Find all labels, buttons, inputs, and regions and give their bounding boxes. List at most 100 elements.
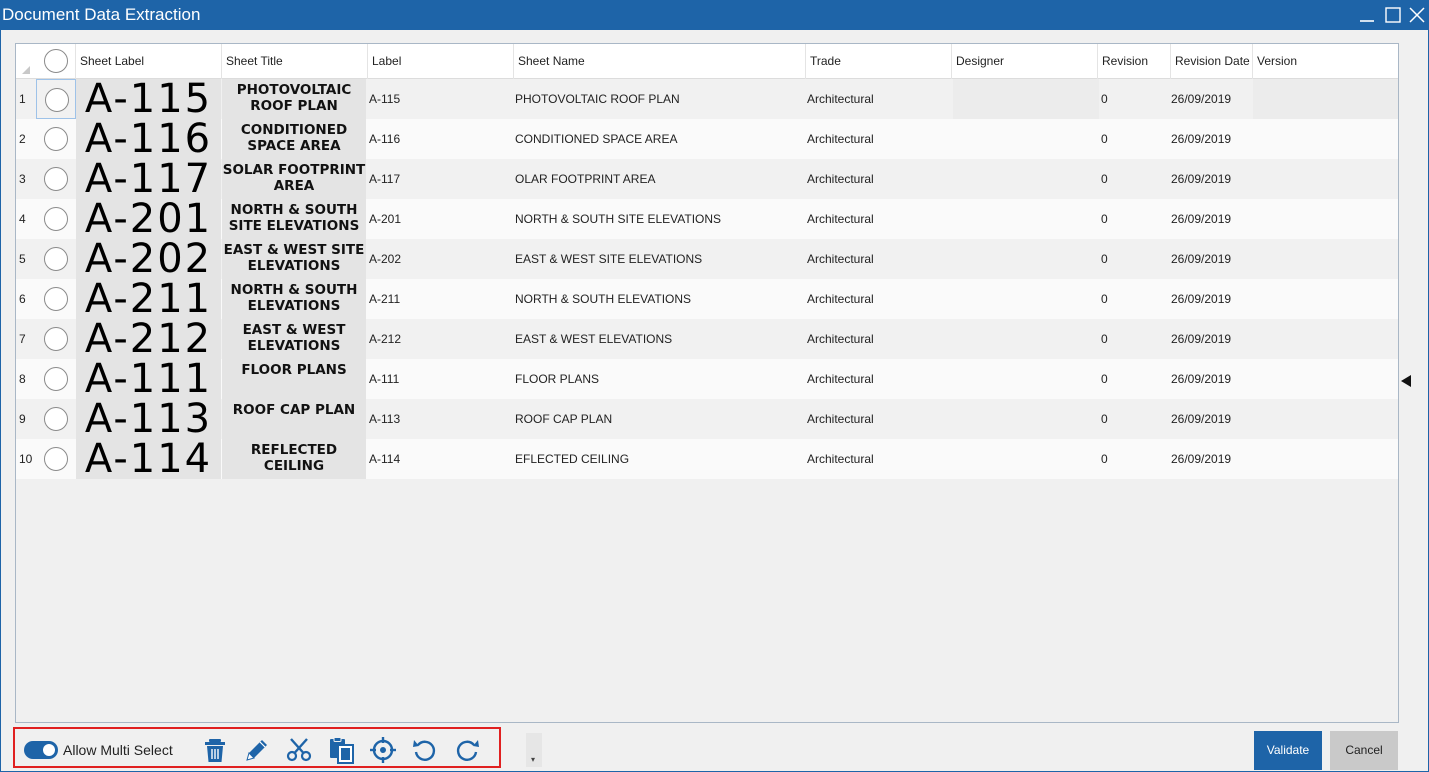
designer-cell[interactable] xyxy=(953,159,1099,199)
trade-cell[interactable]: Architectural xyxy=(807,79,953,119)
label-cell[interactable]: A-111 xyxy=(369,359,515,399)
revision-cell[interactable]: 0 xyxy=(1101,439,1171,479)
version-cell[interactable] xyxy=(1253,399,1398,439)
designer-cell[interactable] xyxy=(953,359,1099,399)
header-designer[interactable]: Designer xyxy=(952,44,1098,79)
trash-icon[interactable] xyxy=(201,736,229,764)
sheet-name-cell[interactable]: EAST & WEST SITE ELEVATIONS xyxy=(515,239,807,279)
validate-button[interactable]: Validate xyxy=(1254,731,1322,770)
sheet-name-cell[interactable]: PHOTOVOLTAIC ROOF PLAN xyxy=(515,79,807,119)
revision-cell[interactable]: 0 xyxy=(1101,359,1171,399)
sheet-name-cell[interactable]: FLOOR PLANS xyxy=(515,359,807,399)
row-select-cell[interactable] xyxy=(36,119,76,159)
table-row[interactable]: 10 A-114 REFLECTED CEILING A-114 EFLECTED CE… xyxy=(16,439,1398,479)
revision-date-cell[interactable]: 26/09/2019 xyxy=(1171,159,1253,199)
row-select-cell[interactable] xyxy=(36,79,76,119)
pencil-icon[interactable] xyxy=(243,736,271,764)
version-cell[interactable] xyxy=(1253,279,1398,319)
row-select-cell[interactable] xyxy=(36,239,76,279)
table-row[interactable]: 5 A-202 EAST & WEST SITE ELEVATIONS A-202 EA… xyxy=(16,239,1398,279)
table-row[interactable]: 1 A-115 PHOTOVOLTAIC ROOF PLAN A-115 PHOTOVO… xyxy=(16,79,1398,119)
label-cell[interactable]: A-202 xyxy=(369,239,515,279)
designer-cell[interactable] xyxy=(953,119,1099,159)
minimize-icon[interactable] xyxy=(1357,5,1377,25)
revision-cell[interactable]: 0 xyxy=(1101,199,1171,239)
select-all-corner[interactable] xyxy=(22,66,30,74)
scissors-icon[interactable] xyxy=(285,736,313,764)
revision-date-cell[interactable]: 26/09/2019 xyxy=(1171,319,1253,359)
version-cell[interactable] xyxy=(1253,319,1398,359)
sheet-name-cell[interactable]: CONDITIONED SPACE AREA xyxy=(515,119,807,159)
multi-select-toggle[interactable] xyxy=(24,741,58,759)
header-trade[interactable]: Trade xyxy=(806,44,952,79)
table-row[interactable]: 7 A-212 EAST & WEST ELEVATIONS A-212 EAST & … xyxy=(16,319,1398,359)
revision-cell[interactable]: 0 xyxy=(1101,319,1171,359)
revision-date-cell[interactable]: 26/09/2019 xyxy=(1171,279,1253,319)
version-cell[interactable] xyxy=(1253,119,1398,159)
trade-cell[interactable]: Architectural xyxy=(807,279,953,319)
revision-cell[interactable]: 0 xyxy=(1101,279,1171,319)
trade-cell[interactable]: Architectural xyxy=(807,239,953,279)
sheet-name-cell[interactable]: ROOF CAP PLAN xyxy=(515,399,807,439)
table-row[interactable]: 2 A-116 CONDITIONED SPACE AREA A-116 CONDITI… xyxy=(16,119,1398,159)
revision-date-cell[interactable]: 26/09/2019 xyxy=(1171,399,1253,439)
version-cell[interactable] xyxy=(1253,359,1398,399)
trade-cell[interactable]: Architectural xyxy=(807,359,953,399)
sheet-name-cell[interactable]: EFLECTED CEILING xyxy=(515,439,807,479)
label-cell[interactable]: A-117 xyxy=(369,159,515,199)
revision-cell[interactable]: 0 xyxy=(1101,79,1171,119)
revision-cell[interactable]: 0 xyxy=(1101,119,1171,159)
label-cell[interactable]: A-116 xyxy=(369,119,515,159)
designer-cell[interactable] xyxy=(953,199,1099,239)
trade-cell[interactable]: Architectural xyxy=(807,159,953,199)
row-select-cell[interactable] xyxy=(36,439,76,479)
revision-date-cell[interactable]: 26/09/2019 xyxy=(1171,119,1253,159)
header-select-all[interactable] xyxy=(36,44,76,79)
designer-cell[interactable] xyxy=(953,439,1099,479)
designer-cell[interactable] xyxy=(953,79,1099,119)
row-select-radio[interactable] xyxy=(44,207,68,231)
row-select-radio[interactable] xyxy=(44,447,68,471)
version-cell[interactable] xyxy=(1253,439,1398,479)
sheet-name-cell[interactable]: NORTH & SOUTH ELEVATIONS xyxy=(515,279,807,319)
revision-date-cell[interactable]: 26/09/2019 xyxy=(1171,79,1253,119)
row-select-cell[interactable] xyxy=(36,359,76,399)
row-select-cell[interactable] xyxy=(36,279,76,319)
table-row[interactable]: 6 A-211 NORTH & SOUTH ELEVATIONS A-211 NORTH… xyxy=(16,279,1398,319)
row-select-radio[interactable] xyxy=(44,407,68,431)
revision-date-cell[interactable]: 26/09/2019 xyxy=(1171,199,1253,239)
label-cell[interactable]: A-114 xyxy=(369,439,515,479)
designer-cell[interactable] xyxy=(953,279,1099,319)
row-select-cell[interactable] xyxy=(36,159,76,199)
label-cell[interactable]: A-211 xyxy=(369,279,515,319)
header-sheet-title[interactable]: Sheet Title xyxy=(222,44,368,79)
table-row[interactable]: 4 A-201 NORTH & SOUTH SITE ELEVATIONS A-201… xyxy=(16,199,1398,239)
row-select-radio[interactable] xyxy=(45,88,69,112)
version-cell[interactable] xyxy=(1253,159,1398,199)
cancel-button[interactable]: Cancel xyxy=(1330,731,1398,770)
select-all-radio[interactable] xyxy=(44,49,68,73)
label-cell[interactable]: A-113 xyxy=(369,399,515,439)
row-select-cell[interactable] xyxy=(36,199,76,239)
row-select-radio[interactable] xyxy=(44,127,68,151)
row-select-radio[interactable] xyxy=(44,327,68,351)
label-cell[interactable]: A-212 xyxy=(369,319,515,359)
version-cell[interactable] xyxy=(1253,79,1398,119)
sheet-name-cell[interactable]: OLAR FOOTPRINT AREA xyxy=(515,159,807,199)
header-revision[interactable]: Revision xyxy=(1098,44,1171,79)
version-cell[interactable] xyxy=(1253,199,1398,239)
row-select-cell[interactable] xyxy=(36,319,76,359)
revision-date-cell[interactable]: 26/09/2019 xyxy=(1171,239,1253,279)
dropdown-expander[interactable]: ▾ xyxy=(526,733,542,767)
row-select-radio[interactable] xyxy=(44,367,68,391)
revision-date-cell[interactable]: 26/09/2019 xyxy=(1171,439,1253,479)
revision-date-cell[interactable]: 26/09/2019 xyxy=(1171,359,1253,399)
table-row[interactable]: 9 A-113 ROOF CAP PLAN A-113 ROOF CAP PLAN Arc… xyxy=(16,399,1398,439)
header-version[interactable]: Version xyxy=(1253,44,1398,79)
trade-cell[interactable]: Architectural xyxy=(807,439,953,479)
header-sheet-label[interactable]: Sheet Label xyxy=(76,44,222,79)
trade-cell[interactable]: Architectural xyxy=(807,119,953,159)
revision-cell[interactable]: 0 xyxy=(1101,399,1171,439)
copy-paste-icon[interactable] xyxy=(327,736,355,764)
sheet-name-cell[interactable]: EAST & WEST ELEVATIONS xyxy=(515,319,807,359)
